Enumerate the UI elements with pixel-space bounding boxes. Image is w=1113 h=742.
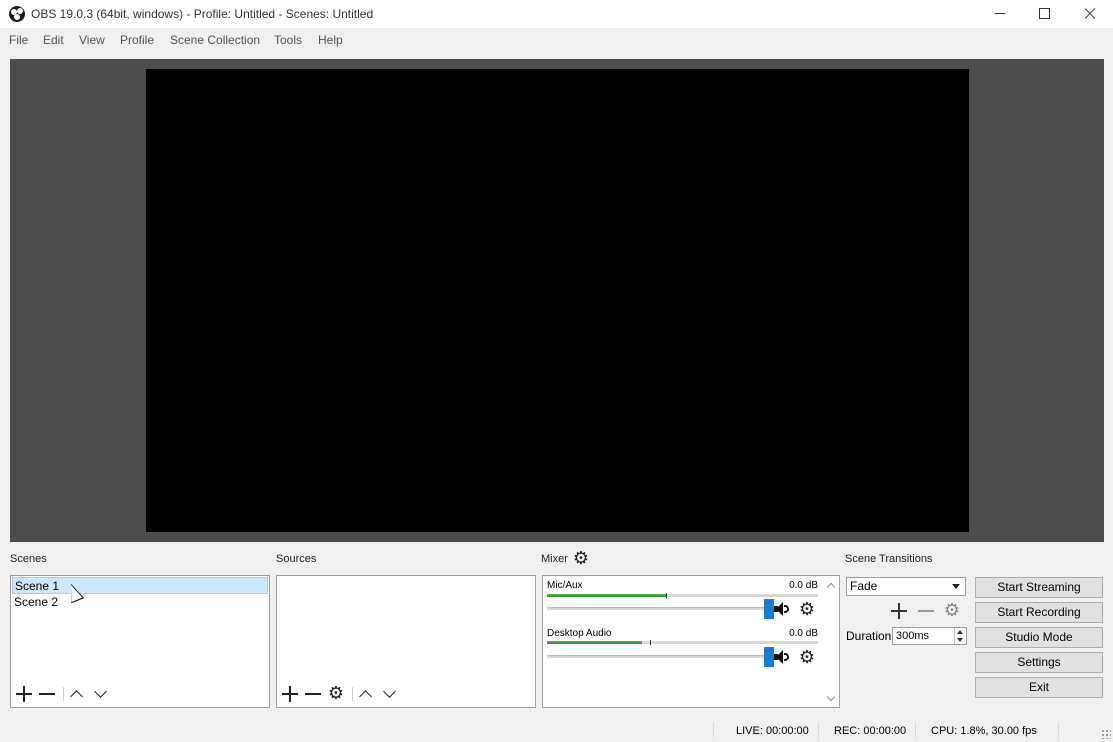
rec-time: REC: 00:00:00 [834,725,907,737]
stepper-down-icon[interactable] [957,638,963,642]
desktop-audio-gear-icon[interactable]: ⚙ [798,648,816,666]
mixer-scroll-up-icon[interactable] [826,580,836,590]
mixer-dock-title: Mixer [541,553,568,565]
menu-bar: File Edit View Profile Scene Collection … [0,28,1113,52]
transitions-dock-title: Scene Transitions [845,553,933,565]
sources-list[interactable]: ⚙ [276,575,536,708]
duration-label: Duration [846,629,892,643]
add-source-icon[interactable] [281,685,299,703]
source-properties-gear-icon[interactable]: ⚙ [327,684,345,702]
stepper-up-icon[interactable] [957,630,963,634]
cpu-fps: CPU: 1.8%, 30.00 fps [931,725,1037,737]
exit-button[interactable]: Exit [975,677,1103,698]
maximize-button[interactable] [1021,0,1067,28]
studio-mode-button[interactable]: Studio Mode [975,627,1103,648]
transition-select-value: Fade [850,579,878,593]
menu-profile[interactable]: Profile [120,33,154,47]
toolbar-separator [63,687,64,701]
menu-edit[interactable]: Edit [43,33,64,47]
status-bar: LIVE: 00:00:00 REC: 00:00:00 CPU: 1.8%, … [0,718,1113,742]
duration-value: 300ms [896,630,930,642]
transition-gear-icon[interactable]: ⚙ [943,601,961,619]
status-separator [915,722,916,739]
status-separator [818,722,819,739]
menu-file[interactable]: File [9,33,28,47]
status-separator [713,722,714,739]
scene-item-1[interactable]: Scene 1 [12,577,268,594]
desktop-audio-level-fill [547,641,642,644]
mic-aux-db: 0.0 dB [789,580,818,591]
duration-stepper[interactable] [954,628,966,644]
toolbar-separator [352,687,353,701]
title-bar: OBS 19.0.3 (64bit, windows) - Profile: U… [0,0,1113,28]
preview-canvas[interactable] [146,69,969,532]
duration-spinbox[interactable]: 300ms [892,627,967,645]
mixer-panel: Mic/Aux 0.0 dB ⚙ Desktop Audio 0.0 dB ⚙ [542,575,840,708]
obs-logo-icon [9,6,25,22]
resize-grip-icon[interactable] [1101,729,1111,739]
menu-view[interactable]: View [79,33,105,47]
scene-item-2[interactable]: Scene 2 [12,594,268,611]
move-source-up-icon[interactable] [357,686,375,704]
desktop-audio-level-meter [547,640,818,645]
status-separator [1058,722,1059,739]
mic-aux-level-fill [547,594,666,597]
chevron-down-icon [952,584,960,589]
desktop-audio-volume-track[interactable] [547,655,769,658]
desktop-audio-peak-marker [650,640,651,645]
move-scene-up-icon[interactable] [68,686,86,704]
move-source-down-icon[interactable] [381,686,399,704]
start-streaming-button[interactable]: Start Streaming [975,577,1103,598]
mic-aux-volume-track[interactable] [547,607,769,610]
mixer-gear-icon[interactable]: ⚙ [572,549,590,567]
live-time: LIVE: 00:00:00 [736,725,809,737]
settings-button[interactable]: Settings [975,652,1103,673]
desktop-audio-label: Desktop Audio [547,628,612,639]
mixer-scroll-down-icon[interactable] [826,694,836,704]
menu-scene-collection[interactable]: Scene Collection [170,33,260,47]
desktop-audio-speaker-icon[interactable] [773,649,791,665]
scenes-dock-title: Scenes [10,553,47,565]
remove-transition-icon[interactable] [917,602,935,620]
close-button[interactable] [1067,0,1113,28]
minimize-button[interactable] [977,0,1023,28]
mic-aux-label: Mic/Aux [547,580,583,591]
transition-select[interactable]: Fade [846,577,966,596]
mic-aux-gear-icon[interactable]: ⚙ [798,600,816,618]
desktop-audio-db: 0.0 dB [789,628,818,639]
menu-help[interactable]: Help [318,33,343,47]
mic-aux-speaker-icon[interactable] [773,601,791,617]
sources-dock-title: Sources [276,553,317,565]
scenes-list[interactable]: Scene 1 Scene 2 [10,575,270,708]
mic-aux-peak-marker [666,593,667,598]
start-recording-button[interactable]: Start Recording [975,602,1103,623]
menu-tools[interactable]: Tools [274,33,302,47]
add-scene-icon[interactable] [15,685,33,703]
add-transition-icon[interactable] [890,602,908,620]
window-title: OBS 19.0.3 (64bit, windows) - Profile: U… [31,7,374,21]
preview-area[interactable] [10,59,1104,542]
remove-source-icon[interactable] [304,685,322,703]
remove-scene-icon[interactable] [38,685,56,703]
mic-aux-level-meter [547,593,818,598]
move-scene-down-icon[interactable] [92,686,110,704]
